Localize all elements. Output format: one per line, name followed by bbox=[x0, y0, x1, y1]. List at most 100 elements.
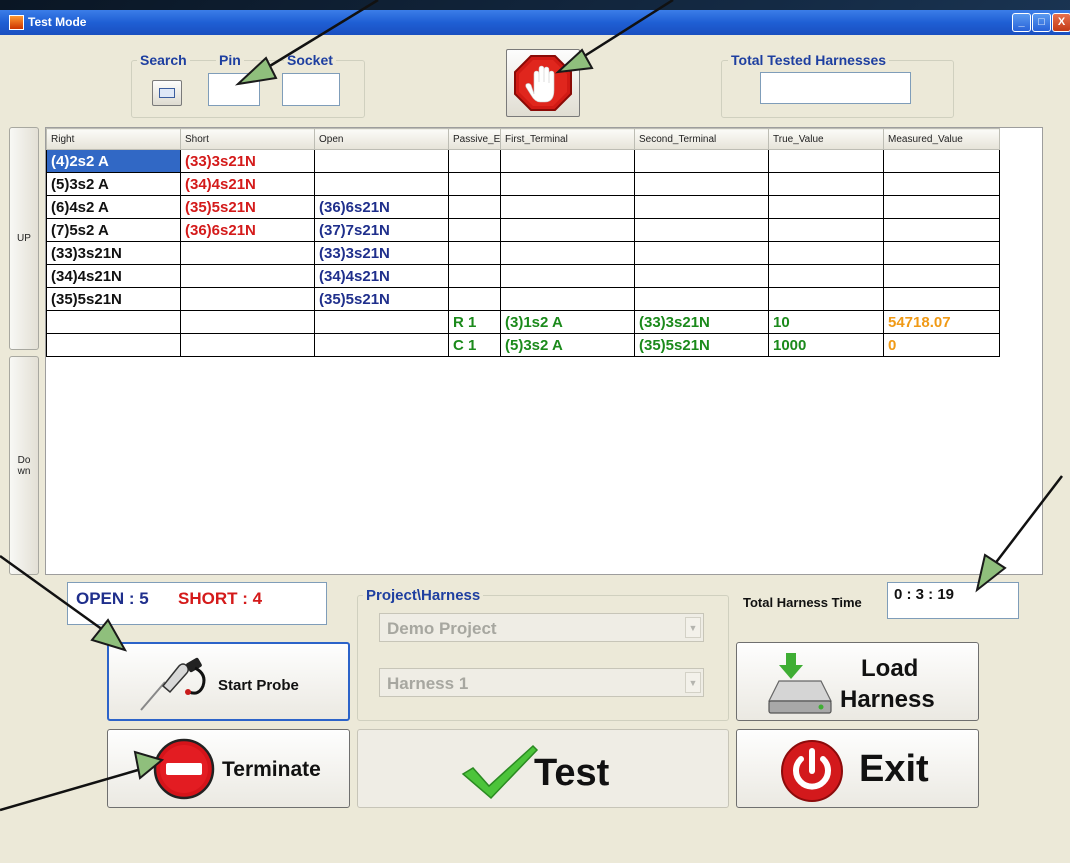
cell-passive[interactable] bbox=[448, 195, 501, 219]
cell-first-terminal[interactable] bbox=[500, 287, 635, 311]
col-second-terminal[interactable]: Second_Terminal bbox=[634, 128, 769, 150]
cell-open[interactable]: (35)5s21N bbox=[314, 287, 449, 311]
table-row[interactable]: (5)3s2 A (34)4s21N bbox=[46, 172, 1000, 196]
cell-true-value[interactable] bbox=[768, 287, 884, 311]
cell-passive[interactable] bbox=[448, 218, 501, 242]
cell-open[interactable] bbox=[314, 149, 449, 173]
cell-measured-value[interactable] bbox=[883, 195, 1000, 219]
cell-short[interactable]: (34)4s21N bbox=[180, 172, 315, 196]
cell-open[interactable] bbox=[314, 333, 449, 357]
cell-first-terminal[interactable] bbox=[500, 195, 635, 219]
cell-true-value[interactable] bbox=[768, 172, 884, 196]
cell-first-terminal[interactable]: (3)1s2 A bbox=[500, 310, 635, 334]
cell-open[interactable] bbox=[314, 310, 449, 334]
socket-input[interactable] bbox=[282, 73, 340, 106]
table-row[interactable]: R 1 (3)1s2 A (33)3s21N 10 54718.07 bbox=[46, 310, 1000, 334]
cell-right[interactable]: (6)4s2 A bbox=[46, 195, 181, 219]
cell-passive[interactable] bbox=[448, 264, 501, 288]
table-row[interactable]: (6)4s2 A (35)5s21N (36)6s21N bbox=[46, 195, 1000, 219]
harness-select[interactable]: Harness 1 ▼ bbox=[379, 668, 704, 697]
cell-right[interactable]: (35)5s21N bbox=[46, 287, 181, 311]
cell-passive[interactable] bbox=[448, 172, 501, 196]
cell-measured-value[interactable] bbox=[883, 241, 1000, 265]
chevron-down-icon[interactable]: ▼ bbox=[685, 672, 701, 693]
cell-right[interactable]: (7)5s2 A bbox=[46, 218, 181, 242]
cell-short[interactable] bbox=[180, 310, 315, 334]
cell-second-terminal[interactable] bbox=[634, 241, 769, 265]
cell-first-terminal[interactable] bbox=[500, 264, 635, 288]
cell-true-value[interactable] bbox=[768, 264, 884, 288]
cell-passive[interactable] bbox=[448, 149, 501, 173]
col-true-value[interactable]: True_Value bbox=[768, 128, 884, 150]
cell-right[interactable]: (34)4s21N bbox=[46, 264, 181, 288]
cell-first-terminal[interactable] bbox=[500, 241, 635, 265]
terminate-button[interactable]: Terminate bbox=[107, 729, 350, 808]
cell-first-terminal[interactable] bbox=[500, 172, 635, 196]
cell-right[interactable] bbox=[46, 333, 181, 357]
cell-short[interactable] bbox=[180, 333, 315, 357]
cell-short[interactable]: (36)6s21N bbox=[180, 218, 315, 242]
cell-measured-value[interactable] bbox=[883, 149, 1000, 173]
cell-passive[interactable] bbox=[448, 287, 501, 311]
cell-open[interactable]: (33)3s21N bbox=[314, 241, 449, 265]
col-first-terminal[interactable]: First_Terminal bbox=[500, 128, 635, 150]
table-row[interactable]: (7)5s2 A (36)6s21N (37)7s21N bbox=[46, 218, 1000, 242]
cell-passive[interactable]: C 1 bbox=[448, 333, 501, 357]
cell-true-value[interactable] bbox=[768, 149, 884, 173]
test-button[interactable]: Test bbox=[357, 729, 729, 808]
table-row[interactable]: (34)4s21N (34)4s21N bbox=[46, 264, 1000, 288]
start-probe-button[interactable]: Start Probe bbox=[107, 642, 350, 721]
results-grid[interactable]: Right Short Open Passive_E First_Termina… bbox=[45, 127, 1043, 575]
keyboard-button[interactable] bbox=[152, 80, 182, 106]
cell-second-terminal[interactable] bbox=[634, 287, 769, 311]
cell-true-value[interactable]: 10 bbox=[768, 310, 884, 334]
cell-second-terminal[interactable] bbox=[634, 264, 769, 288]
cell-measured-value[interactable]: 0 bbox=[883, 333, 1000, 357]
cell-true-value[interactable]: 1000 bbox=[768, 333, 884, 357]
restore-button[interactable]: □ bbox=[1032, 13, 1051, 32]
cell-right[interactable]: (33)3s21N bbox=[46, 241, 181, 265]
down-button[interactable]: Do wn bbox=[9, 356, 39, 575]
cell-short[interactable]: (33)3s21N bbox=[180, 149, 315, 173]
table-row[interactable]: (35)5s21N (35)5s21N bbox=[46, 287, 1000, 311]
project-select[interactable]: Demo Project ▼ bbox=[379, 613, 704, 642]
stop-button[interactable] bbox=[506, 49, 580, 117]
cell-measured-value[interactable] bbox=[883, 218, 1000, 242]
up-button[interactable]: UP bbox=[9, 127, 39, 350]
cell-true-value[interactable] bbox=[768, 241, 884, 265]
cell-short[interactable] bbox=[180, 287, 315, 311]
cell-first-terminal[interactable]: (5)3s2 A bbox=[500, 333, 635, 357]
cell-open[interactable]: (36)6s21N bbox=[314, 195, 449, 219]
cell-open[interactable]: (37)7s21N bbox=[314, 218, 449, 242]
cell-right[interactable]: (4)2s2 A bbox=[46, 149, 181, 173]
cell-open[interactable]: (34)4s21N bbox=[314, 264, 449, 288]
cell-passive[interactable] bbox=[448, 241, 501, 265]
minimize-button[interactable]: _ bbox=[1012, 13, 1031, 32]
cell-first-terminal[interactable] bbox=[500, 149, 635, 173]
col-short[interactable]: Short bbox=[180, 128, 315, 150]
col-measured-value[interactable]: Measured_Value bbox=[883, 128, 1000, 150]
cell-second-terminal[interactable]: (33)3s21N bbox=[634, 310, 769, 334]
pin-input[interactable] bbox=[208, 73, 260, 106]
cell-short[interactable] bbox=[180, 241, 315, 265]
close-button[interactable]: X bbox=[1052, 13, 1070, 32]
load-harness-button[interactable]: Load Harness bbox=[736, 642, 979, 721]
cell-first-terminal[interactable] bbox=[500, 218, 635, 242]
cell-passive[interactable]: R 1 bbox=[448, 310, 501, 334]
cell-second-terminal[interactable] bbox=[634, 172, 769, 196]
cell-right[interactable] bbox=[46, 310, 181, 334]
col-passive[interactable]: Passive_E bbox=[448, 128, 501, 150]
cell-second-terminal[interactable] bbox=[634, 149, 769, 173]
cell-measured-value[interactable]: 54718.07 bbox=[883, 310, 1000, 334]
cell-open[interactable] bbox=[314, 172, 449, 196]
table-row[interactable]: (4)2s2 A (33)3s21N bbox=[46, 149, 1000, 173]
cell-measured-value[interactable] bbox=[883, 172, 1000, 196]
cell-measured-value[interactable] bbox=[883, 264, 1000, 288]
col-right[interactable]: Right bbox=[46, 128, 181, 150]
cell-second-terminal[interactable] bbox=[634, 195, 769, 219]
cell-measured-value[interactable] bbox=[883, 287, 1000, 311]
cell-true-value[interactable] bbox=[768, 218, 884, 242]
cell-short[interactable] bbox=[180, 264, 315, 288]
col-open[interactable]: Open bbox=[314, 128, 449, 150]
chevron-down-icon[interactable]: ▼ bbox=[685, 617, 701, 638]
